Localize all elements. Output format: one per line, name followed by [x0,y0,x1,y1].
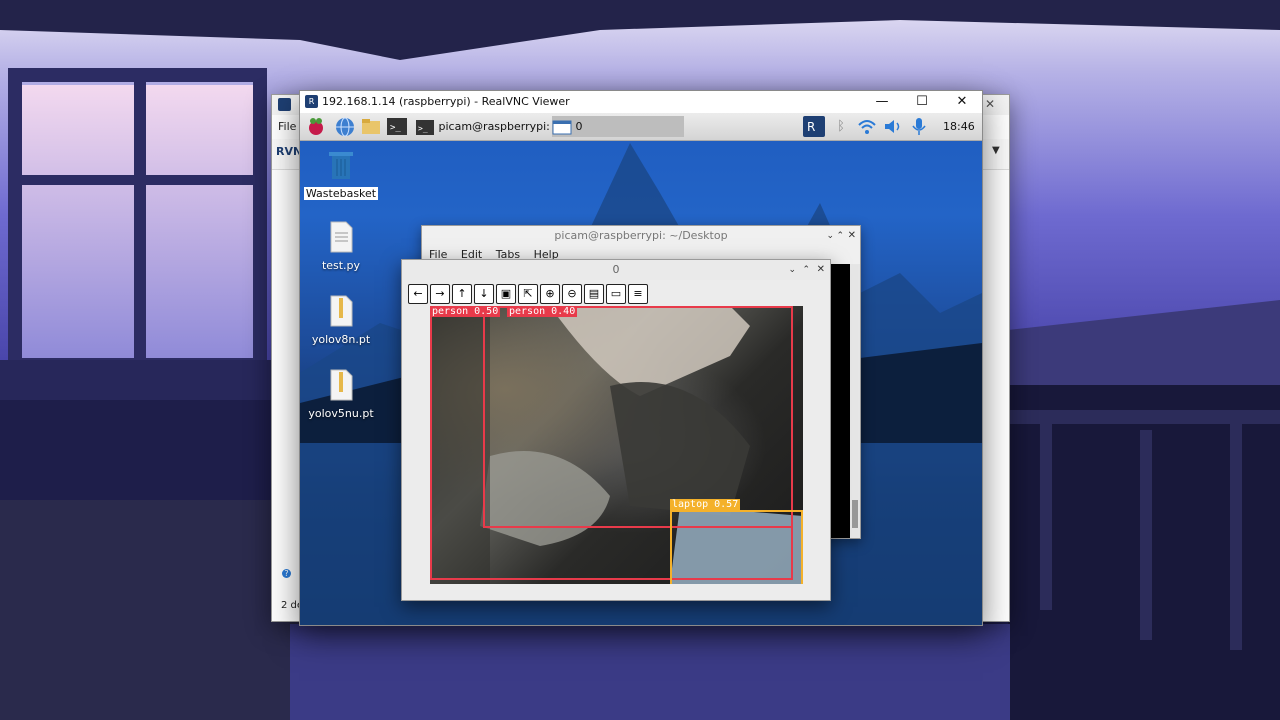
archive-file-icon [330,369,353,401]
detection-label-laptop: laptop 0.57 [670,499,741,510]
terminal-scrollbar[interactable] [850,264,860,538]
trash-icon [329,152,353,179]
detection-box-person [483,306,793,528]
vnc-server-icon[interactable]: R [803,116,825,137]
desktop-icon-label: Wastebasket [303,187,379,200]
forward-arrow-icon[interactable]: → [430,284,450,304]
save-icon[interactable]: ▤ [584,284,604,304]
properties-icon[interactable]: ≡ [628,284,648,304]
close-icon[interactable]: ✕ [817,260,825,280]
image-viewer-window: 0 ⌄ ⌃ ✕ ← → ↑ ↓ ▣ ⇱ ⊕ ⊖ ▤ ▭ ≡ person 0.5… [401,259,831,601]
minimize-icon[interactable]: — [862,91,902,113]
clock: 18:46 [943,120,975,133]
browser-icon[interactable] [334,116,356,137]
maximize-icon[interactable]: ☐ [902,91,942,113]
desktop-icon-label: test.py [321,259,361,272]
file-manager-icon[interactable] [360,116,382,137]
pi-taskbar: >_ >_ picam@raspberrypi: ... 0 R ᛒ [300,113,982,141]
down-arrow-icon[interactable]: ↓ [474,284,494,304]
taskbar-terminal-task[interactable]: >_ picam@raspberrypi: ... [415,116,550,137]
desktop-icon-yolov5nu[interactable]: yolov5nu.pt [303,369,379,420]
remote-desktop[interactable]: >_ >_ picam@raspberrypi: ... 0 R ᛒ [300,113,982,625]
export-icon[interactable]: ⇱ [518,284,538,304]
vnc-app-icon [278,98,291,111]
help-icon[interactable]: ? [282,569,291,578]
window-title: 192.168.1.14 (raspberrypi) - RealVNC Vie… [322,95,570,108]
zoom-out-icon[interactable]: ⊖ [562,284,582,304]
microphone-icon[interactable] [908,116,930,137]
close-icon[interactable]: ✕ [942,91,982,113]
chevron-up-icon[interactable]: ⌃ [836,226,844,246]
image-window-title: 0 [612,263,620,276]
close-icon[interactable]: ✕ [848,226,856,246]
raspberry-menu-icon[interactable] [305,116,327,137]
svg-text:>_: >_ [418,124,428,133]
detection-box-laptop [670,510,803,584]
terminal-titlebar[interactable]: picam@raspberrypi: ~/Desktop ⌄ ⌃ ✕ [422,226,860,246]
detection-label-person: person 0.40 [507,306,578,317]
svg-text:>_: >_ [390,123,401,133]
desktop-icon-yolov8n[interactable]: yolov8n.pt [303,295,379,346]
svg-text:R: R [807,120,815,134]
desktop-icon-test-py[interactable]: test.py [303,221,379,272]
desktop-icon-label: yolov8n.pt [311,333,371,346]
menu-file[interactable]: File [278,120,296,133]
bluetooth-icon[interactable]: ᛒ [830,116,852,137]
chevron-up-icon[interactable]: ⌃ [802,260,810,280]
up-arrow-icon[interactable]: ↑ [452,284,472,304]
fit-icon[interactable]: ▣ [496,284,516,304]
text-file-icon [330,221,353,253]
close-icon[interactable]: ✕ [985,97,995,111]
chevron-down-icon[interactable]: ▼ [992,145,1000,156]
terminal-icon[interactable]: >_ [386,116,408,137]
archive-file-icon [330,295,353,327]
vnc-titlebar[interactable]: R 192.168.1.14 (raspberrypi) - RealVNC V… [300,91,982,113]
chevron-down-icon[interactable]: ⌄ [826,226,834,246]
volume-icon[interactable] [882,116,904,137]
clipboard-icon[interactable]: ▭ [606,284,626,304]
zoom-in-icon[interactable]: ⊕ [540,284,560,304]
wifi-icon[interactable] [856,116,878,137]
desktop-icon-wastebasket[interactable]: Wastebasket [303,149,379,200]
desktop-icon-label: yolov5nu.pt [308,407,374,420]
taskbar-image-task[interactable]: 0 [552,116,684,137]
vnc-viewer-window: R 192.168.1.14 (raspberrypi) - RealVNC V… [299,90,983,626]
scrollbar-thumb[interactable] [852,500,858,528]
taskbar-image-label: 0 [575,120,583,133]
taskbar-terminal-label: picam@raspberrypi: ... [438,120,551,133]
image-window-titlebar[interactable]: 0 ⌄ ⌃ ✕ [402,260,830,280]
vnc-app-icon: R [305,95,318,108]
detection-label-person: person 0.50 [430,306,501,317]
chevron-down-icon[interactable]: ⌄ [788,260,796,280]
terminal-title: picam@raspberrypi: ~/Desktop [554,229,728,242]
back-arrow-icon[interactable]: ← [408,284,428,304]
camera-frame: person 0.50 person 0.40 laptop 0.57 [430,306,803,584]
